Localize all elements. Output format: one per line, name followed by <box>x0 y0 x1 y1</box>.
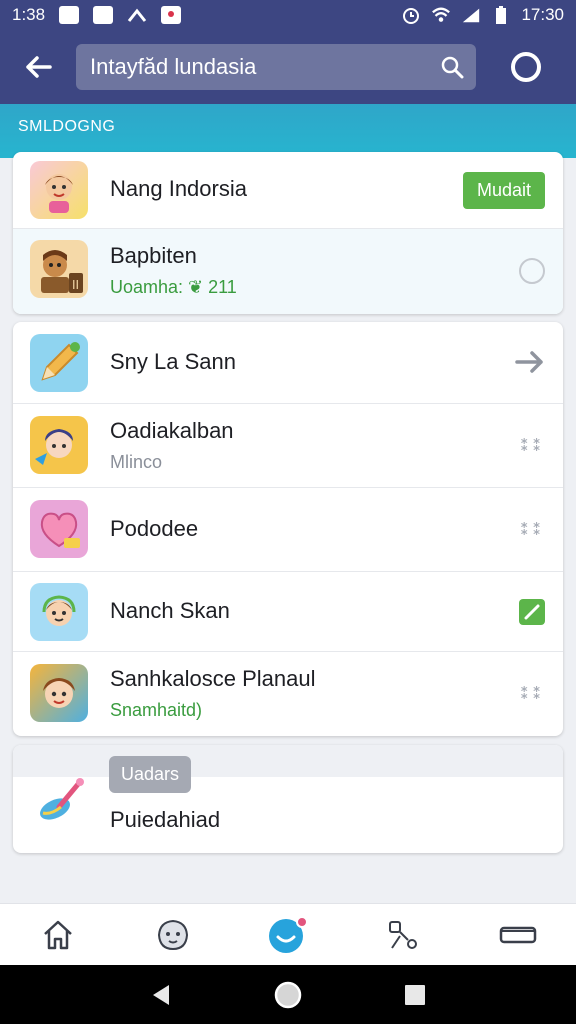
app-avatar-icon: II <box>30 240 88 298</box>
heart-icon <box>30 500 88 558</box>
home-circle-icon[interactable] <box>273 980 303 1010</box>
svg-text:II: II <box>72 278 79 292</box>
bottom-card[interactable]: Uadars Puiedahiad <box>13 745 563 853</box>
notification-icon <box>161 6 182 24</box>
search-input[interactable]: Intayfăd lundasia <box>76 44 476 90</box>
list-item[interactable]: Sny La Sann <box>13 322 563 404</box>
brush-icon <box>31 773 89 831</box>
gallery-icon <box>59 6 80 24</box>
drag-handle-icon[interactable]: ⁑⁑ <box>520 520 545 540</box>
home-icon <box>43 920 72 949</box>
face-icon <box>157 919 188 950</box>
signal-arrow-icon <box>127 6 147 24</box>
item-title: Bapbiten <box>110 243 197 268</box>
nav-face[interactable] <box>115 904 230 965</box>
cell-signal-icon <box>461 6 481 24</box>
search-text: Intayfăd lundasia <box>90 54 257 79</box>
recents-square-icon[interactable] <box>404 984 426 1006</box>
app-avatar-icon <box>30 664 88 722</box>
list-item[interactable]: Oadiakalban Mlinco ⁑⁑ <box>13 404 563 488</box>
card-strip <box>13 745 563 777</box>
item-subtitle: Uoamha: ❦ 211 <box>110 277 237 297</box>
bottom-navigation <box>0 903 576 965</box>
item-subtitle: Snamhaitd) <box>110 700 203 720</box>
item-title: Sanhkalosce Planaul <box>110 666 316 691</box>
group-card-1: Nang Indorsia Mudait II Bapbiten Uoamha:… <box>13 152 563 314</box>
list-item[interactable]: II Bapbiten Uoamha: ❦ 211 <box>13 229 563 314</box>
app-avatar-icon <box>30 583 88 641</box>
status-time: 1:38 <box>12 5 46 24</box>
pencil-icon <box>30 334 88 392</box>
chat-bubble-icon <box>269 915 308 953</box>
wifi-icon <box>431 6 451 24</box>
battery-icon <box>491 6 511 24</box>
nav-chat[interactable] <box>230 904 345 965</box>
action-button[interactable]: Mudait <box>462 172 545 209</box>
system-navigation-bar <box>0 965 576 1024</box>
profile-button[interactable] <box>476 30 576 104</box>
search-icon[interactable] <box>440 55 464 79</box>
app-avatar-icon <box>30 161 88 219</box>
status-bar: 1:38 17:30 <box>0 0 576 30</box>
radio-button[interactable] <box>519 258 545 284</box>
app-avatar-icon <box>30 416 88 474</box>
card-icon <box>500 926 537 943</box>
item-title: Pododee <box>110 516 199 541</box>
play-icon <box>93 6 114 24</box>
group-card-2: Sny La Sann Oadiakalban Mlinco ⁑⁑ Podode… <box>13 322 563 736</box>
item-title: Oadiakalban <box>110 418 234 443</box>
circle-icon <box>511 52 541 82</box>
list-item[interactable]: Pododee ⁑⁑ <box>13 488 563 572</box>
app-bar: Intayfăd lundasia <box>0 30 576 104</box>
list-item[interactable]: Nang Indorsia Mudait <box>13 152 563 229</box>
back-button[interactable] <box>0 30 76 104</box>
item-title: Sny La Sann <box>110 349 236 374</box>
checkbox[interactable] <box>519 599 545 625</box>
status-time-right: 17:30 <box>521 5 564 24</box>
section-header: SMLDOGNG <box>0 104 576 158</box>
nav-card[interactable] <box>461 904 576 965</box>
nav-share[interactable] <box>346 904 461 965</box>
nav-home[interactable] <box>0 904 115 965</box>
drag-handle-icon[interactable]: ⁑⁑ <box>520 436 545 456</box>
list-item[interactable]: Nanch Skan <box>13 572 563 652</box>
alarm-icon <box>401 6 421 24</box>
back-triangle-icon[interactable] <box>150 983 172 1007</box>
list-item[interactable]: Sanhkalosce Planaul Snamhaitd) ⁑⁑ <box>13 652 563 736</box>
arrow-right-icon[interactable] <box>515 349 545 375</box>
item-subtitle: Mlinco <box>110 452 163 472</box>
arrow-left-icon <box>26 56 52 78</box>
item-title: Nang Indorsia <box>110 176 247 201</box>
chip-label[interactable]: Uadars <box>109 756 192 793</box>
check-icon <box>524 604 540 620</box>
share-icon <box>389 920 418 949</box>
item-title: Nanch Skan <box>110 598 230 623</box>
card-label: Puiedahiad <box>110 807 221 832</box>
drag-handle-icon[interactable]: ⁑⁑ <box>520 684 545 704</box>
